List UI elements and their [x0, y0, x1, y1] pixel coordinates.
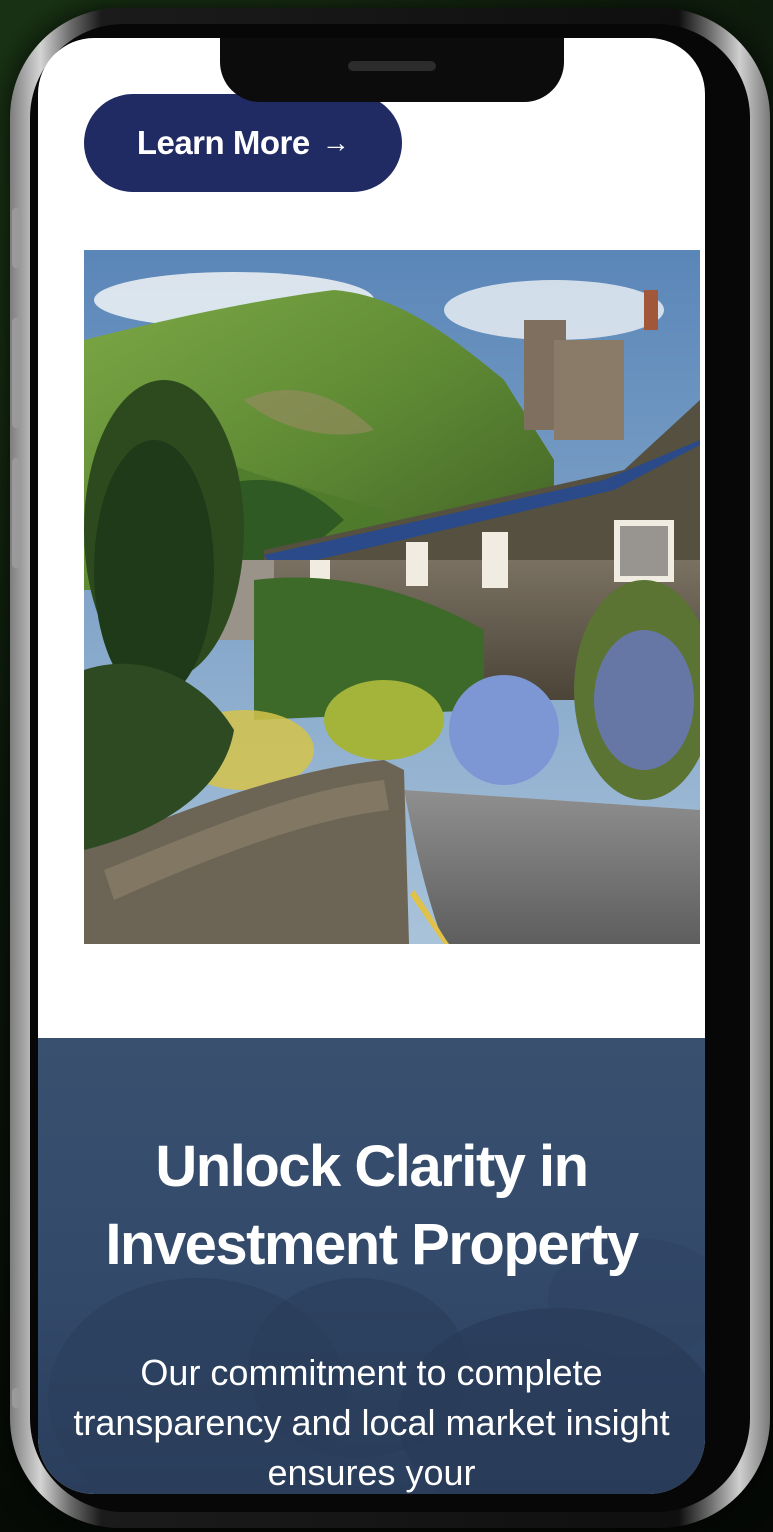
mute-switch	[12, 208, 20, 268]
background: Learn More → Unlock Clarity in Investmen…	[0, 0, 773, 1532]
learn-more-label: Learn More	[136, 124, 310, 161]
learn-more-button[interactable]: Learn More →	[84, 94, 402, 192]
cottage-photo	[84, 250, 700, 944]
side-detail	[12, 1388, 20, 1408]
hero-title: Unlock Clarity in Investment Property	[38, 1128, 705, 1284]
volume-down-button	[12, 458, 20, 568]
notch	[220, 38, 564, 102]
volume-up-button	[12, 318, 20, 428]
phone-screen: Learn More → Unlock Clarity in Investmen…	[38, 38, 705, 1494]
hero-title-line-2: Investment Property	[105, 1212, 639, 1277]
hero-body-text: Our commitment to complete transparency …	[73, 1352, 670, 1493]
hero-section: Unlock Clarity in Investment Property Ou…	[38, 1038, 705, 1494]
speaker-grille	[348, 61, 436, 71]
hero-title-line-1: Unlock Clarity in	[155, 1134, 589, 1199]
arrow-right-icon: →	[321, 127, 350, 158]
